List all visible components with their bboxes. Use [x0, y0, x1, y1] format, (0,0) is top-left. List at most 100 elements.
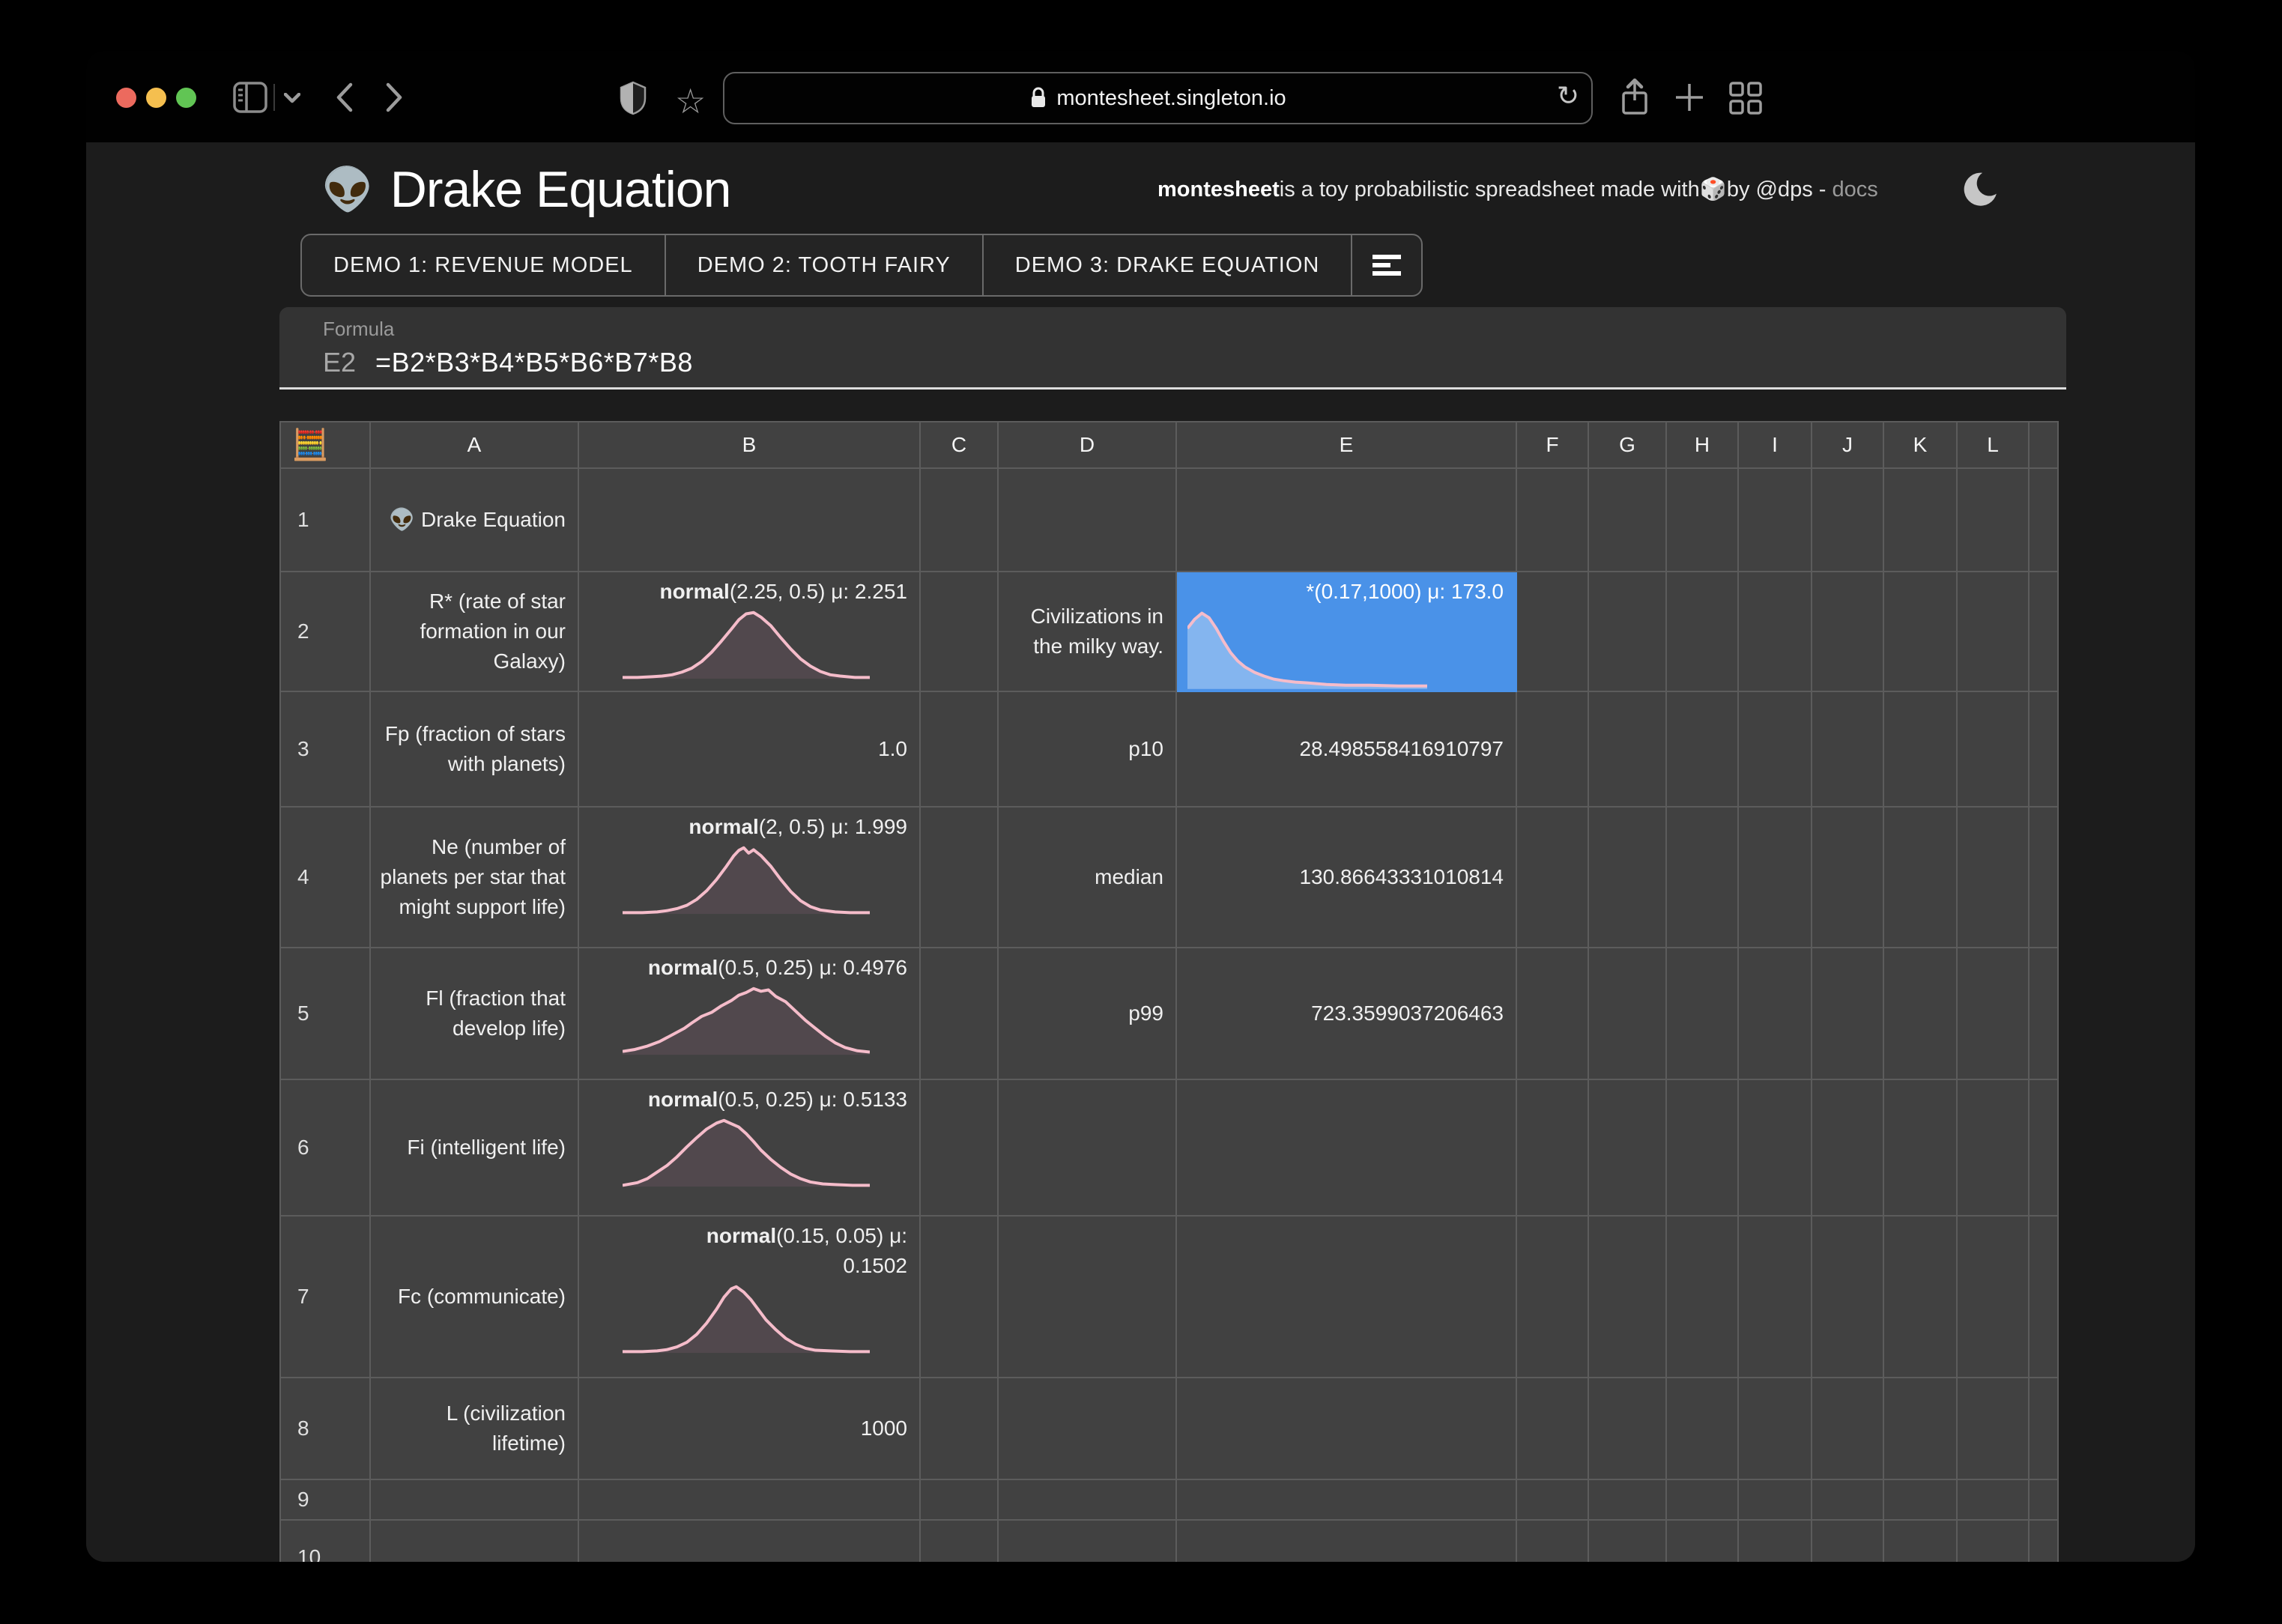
column-header-B[interactable]: B	[579, 422, 921, 469]
cell-J9[interactable]	[1812, 1480, 1884, 1521]
cell-B7[interactable]: normal(0.15, 0.05) μ: 0.1502	[579, 1217, 921, 1378]
cell-A4[interactable]: Ne (number of planets per star that migh…	[371, 808, 579, 948]
cell-L5[interactable]	[1958, 948, 2030, 1080]
cell-D1[interactable]	[999, 469, 1177, 572]
cell-L4[interactable]	[1958, 808, 2030, 948]
cell-J6[interactable]	[1812, 1080, 1884, 1217]
column-header-F[interactable]: F	[1517, 422, 1589, 469]
cell-H7[interactable]	[1667, 1217, 1739, 1378]
zoom-window-button[interactable]	[176, 88, 196, 108]
cell-I1[interactable]	[1739, 469, 1812, 572]
back-button[interactable]	[335, 82, 354, 112]
cell-H5[interactable]	[1667, 948, 1739, 1080]
cell-D5[interactable]: p99	[999, 948, 1177, 1080]
cell-E5[interactable]: 723.3599037206463	[1177, 948, 1517, 1080]
cell-H3[interactable]	[1667, 692, 1739, 808]
cell-B2[interactable]: normal(2.25, 0.5) μ: 2.251	[579, 572, 921, 692]
sheet-corner-abacus-icon[interactable]: 🧮	[281, 422, 371, 469]
cell-C3[interactable]	[921, 692, 999, 808]
tab-overview-icon[interactable]	[1728, 81, 1763, 115]
sheet-menu-button[interactable]	[1352, 235, 1421, 295]
cell-L2[interactable]	[1958, 572, 2030, 692]
cell-J7[interactable]	[1812, 1217, 1884, 1378]
cell-I4[interactable]	[1739, 808, 1812, 948]
cell-K1[interactable]	[1884, 469, 1958, 572]
cell-E1[interactable]	[1177, 469, 1517, 572]
privacy-shield-icon[interactable]	[620, 81, 647, 115]
cell-E9[interactable]	[1177, 1480, 1517, 1521]
close-window-button[interactable]	[116, 88, 136, 108]
cell-E3[interactable]: 28.498558416910797	[1177, 692, 1517, 808]
column-header-partial[interactable]	[2030, 422, 2059, 469]
cell-G8[interactable]	[1589, 1378, 1667, 1480]
cell-A1[interactable]: 👽 Drake Equation	[371, 469, 579, 572]
cell-K5[interactable]	[1884, 948, 1958, 1080]
cell-C2[interactable]	[921, 572, 999, 692]
cell-D8[interactable]	[999, 1378, 1177, 1480]
cell-I5[interactable]	[1739, 948, 1812, 1080]
cell-B6[interactable]: normal(0.5, 0.25) μ: 0.5133	[579, 1080, 921, 1217]
forward-button[interactable]	[384, 82, 404, 112]
cell-K6[interactable]	[1884, 1080, 1958, 1217]
cell-G6[interactable]	[1589, 1080, 1667, 1217]
column-header-H[interactable]: H	[1667, 422, 1739, 469]
cell-A2[interactable]: R* (rate of star formation in our Galaxy…	[371, 572, 579, 692]
cell-A6[interactable]: Fi (intelligent life)	[371, 1080, 579, 1217]
cell-G5[interactable]	[1589, 948, 1667, 1080]
cell-I3[interactable]	[1739, 692, 1812, 808]
cell-H2[interactable]	[1667, 572, 1739, 692]
column-header-I[interactable]: I	[1739, 422, 1812, 469]
cell-F10[interactable]	[1517, 1521, 1589, 1562]
cell-B10[interactable]	[579, 1521, 921, 1562]
cell-D9[interactable]	[999, 1480, 1177, 1521]
cell-C10[interactable]	[921, 1521, 999, 1562]
cell-partial-1[interactable]	[2030, 469, 2059, 572]
cell-B4[interactable]: normal(2, 0.5) μ: 1.999	[579, 808, 921, 948]
cell-C6[interactable]	[921, 1080, 999, 1217]
cell-I2[interactable]	[1739, 572, 1812, 692]
cell-F3[interactable]	[1517, 692, 1589, 808]
cell-L6[interactable]	[1958, 1080, 2030, 1217]
cell-H9[interactable]	[1667, 1480, 1739, 1521]
cell-C8[interactable]	[921, 1378, 999, 1480]
cell-K4[interactable]	[1884, 808, 1958, 948]
cell-H1[interactable]	[1667, 469, 1739, 572]
cell-A9[interactable]	[371, 1480, 579, 1521]
cell-partial-2[interactable]	[2030, 572, 2059, 692]
chevron-down-icon[interactable]	[284, 93, 300, 103]
cell-J2[interactable]	[1812, 572, 1884, 692]
row-header-10[interactable]: 10	[281, 1521, 371, 1562]
cell-E6[interactable]	[1177, 1080, 1517, 1217]
docs-link[interactable]: docs	[1832, 178, 1877, 202]
cell-F8[interactable]	[1517, 1378, 1589, 1480]
column-header-K[interactable]: K	[1884, 422, 1958, 469]
cell-K8[interactable]	[1884, 1378, 1958, 1480]
cell-F5[interactable]	[1517, 948, 1589, 1080]
cell-C1[interactable]	[921, 469, 999, 572]
cell-J3[interactable]	[1812, 692, 1884, 808]
cell-J4[interactable]	[1812, 808, 1884, 948]
cell-D10[interactable]	[999, 1521, 1177, 1562]
cell-F4[interactable]	[1517, 808, 1589, 948]
cell-G9[interactable]	[1589, 1480, 1667, 1521]
cell-L1[interactable]	[1958, 469, 2030, 572]
cell-I9[interactable]	[1739, 1480, 1812, 1521]
new-tab-plus-icon[interactable]	[1673, 81, 1706, 114]
cell-C5[interactable]	[921, 948, 999, 1080]
cell-D2[interactable]: Civilizations in the milky way.	[999, 572, 1177, 692]
cell-H4[interactable]	[1667, 808, 1739, 948]
cell-L7[interactable]	[1958, 1217, 2030, 1378]
row-header-6[interactable]: 6	[281, 1080, 371, 1217]
cell-E10[interactable]	[1177, 1521, 1517, 1562]
cell-L9[interactable]	[1958, 1480, 2030, 1521]
row-header-8[interactable]: 8	[281, 1378, 371, 1480]
cell-E8[interactable]	[1177, 1378, 1517, 1480]
tab-demo-3[interactable]: DEMO 3: DRAKE EQUATION	[984, 235, 1353, 295]
cell-K10[interactable]	[1884, 1521, 1958, 1562]
cell-G2[interactable]	[1589, 572, 1667, 692]
cell-F6[interactable]	[1517, 1080, 1589, 1217]
cell-F9[interactable]	[1517, 1480, 1589, 1521]
cell-partial-7[interactable]	[2030, 1217, 2059, 1378]
cell-L10[interactable]	[1958, 1521, 2030, 1562]
cell-K2[interactable]	[1884, 572, 1958, 692]
